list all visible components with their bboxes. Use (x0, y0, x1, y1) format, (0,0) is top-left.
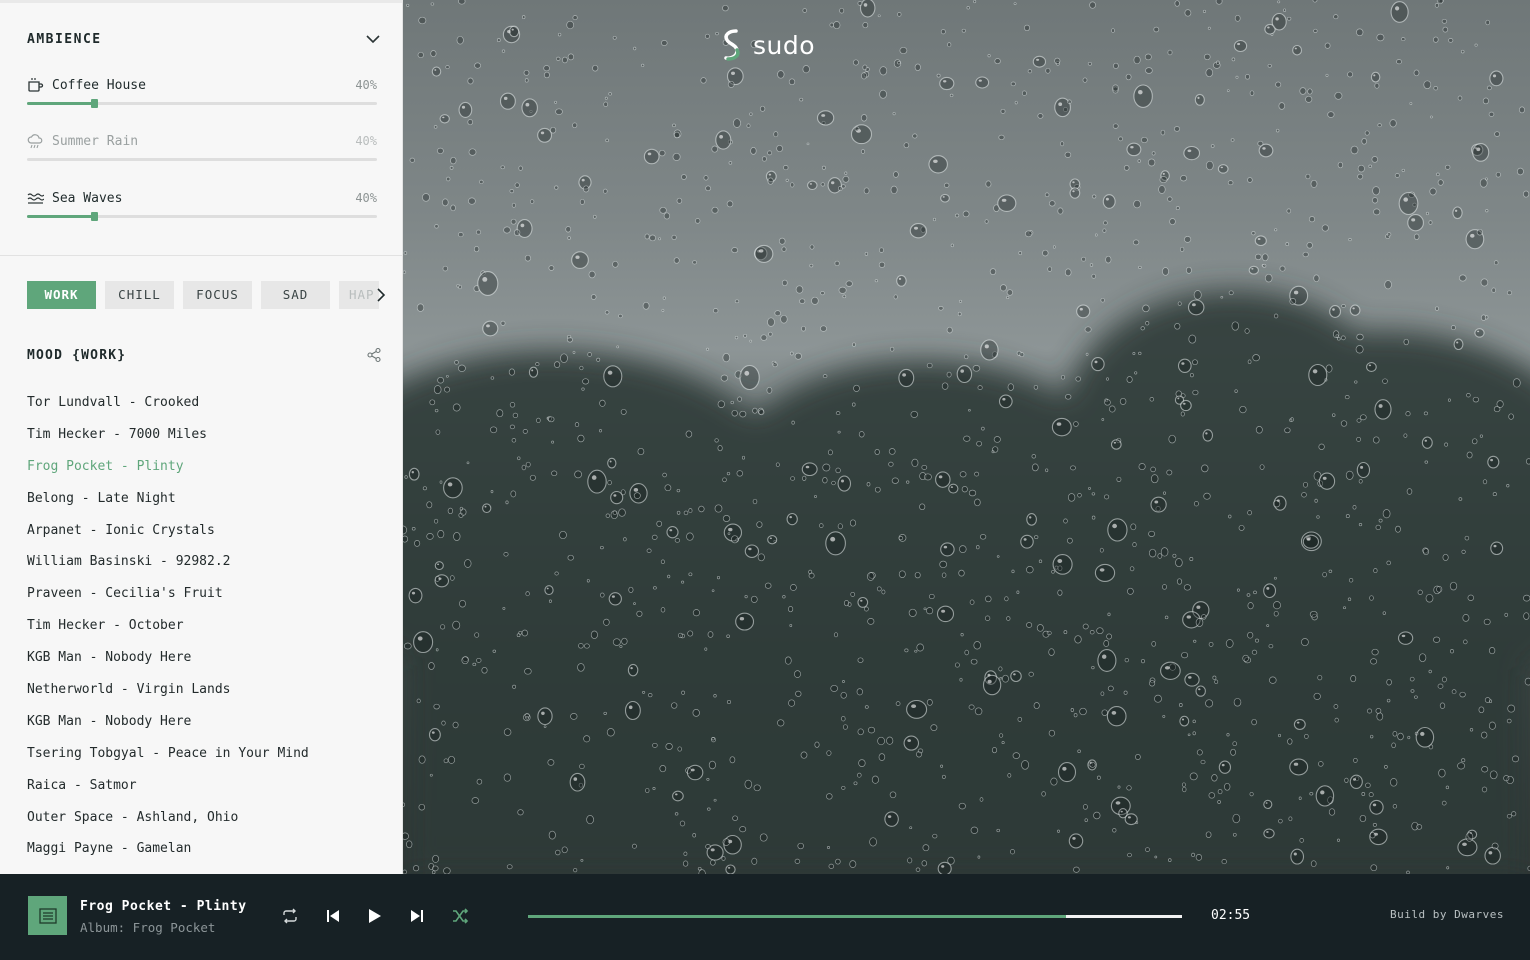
sea-waves-volume-slider[interactable] (27, 212, 377, 221)
list-item[interactable]: KGB Man - Nobody Here (27, 646, 387, 678)
tab-chill[interactable]: CHILL (105, 281, 174, 309)
list-item[interactable]: Netherworld - Virgin Lands (27, 678, 387, 710)
player-bar: Frog Pocket - Plinty Album: Frog Pocket … (0, 874, 1530, 960)
album-art[interactable] (28, 896, 67, 935)
progress-fill (528, 915, 1067, 918)
now-playing-title: Frog Pocket - Plinty (80, 899, 247, 914)
slider-fill (27, 102, 94, 105)
repeat-icon[interactable] (281, 907, 299, 925)
list-item[interactable]: Tim Hecker - October (27, 614, 387, 646)
tab-sad[interactable]: SAD (261, 281, 330, 309)
slider-handle[interactable] (91, 155, 98, 164)
ambience-label: Coffee House (52, 77, 146, 93)
list-item[interactable]: KGB Man - Nobody Here (27, 710, 387, 742)
list-item[interactable]: Tim Hecker - 7000 Miles (27, 423, 387, 455)
summer-rain-volume-slider[interactable] (27, 158, 377, 161)
shuffle-icon[interactable] (451, 907, 469, 925)
ambience-label: Summer Rain (52, 133, 139, 149)
ambience-title: AMBIENCE (27, 31, 102, 47)
previous-icon[interactable] (324, 907, 342, 925)
sudo-logo-icon (724, 29, 740, 61)
slider-fill (27, 215, 94, 218)
list-item[interactable]: Tor Lundvall - Crooked (27, 391, 387, 423)
coffee-house-volume-slider[interactable] (27, 99, 377, 108)
credit-text: Build by Dwarves (1390, 908, 1504, 921)
elapsed-time: 02:55 (1211, 908, 1251, 923)
now-playing-album: Album: Frog Pocket (80, 920, 216, 935)
slider-handle[interactable] (90, 99, 98, 108)
app-window: AMBIENCE Coffee House 40% Summer Rain 40… (0, 0, 1530, 960)
ambience-summer-rain: Summer Rain 40% (27, 131, 377, 171)
ambience-percent: 40% (355, 191, 377, 205)
list-item[interactable]: Raica - Satmor (27, 774, 387, 806)
slider-fill (27, 158, 94, 161)
rain-cloud-icon (27, 133, 43, 148)
list-item[interactable]: Belong - Late Night (27, 487, 387, 519)
list-item[interactable]: William Basinski - 92982.2 (27, 550, 387, 582)
ambience-sea-waves: Sea Waves 40% (27, 188, 377, 228)
ambience-coffee-house: Coffee House 40% (27, 75, 377, 115)
list-item[interactable]: Arpanet - Ionic Crystals (27, 519, 387, 551)
share-icon[interactable] (366, 347, 382, 363)
rain-window-scene (403, 0, 1530, 874)
waves-icon (27, 192, 44, 204)
list-item[interactable]: Outer Space - Ashland, Ohio (27, 806, 387, 838)
ambience-label: Sea Waves (52, 190, 123, 206)
coffee-cup-icon (28, 77, 44, 92)
list-item[interactable]: Maggi Payne - Gamelan (27, 837, 387, 869)
play-icon[interactable] (365, 907, 383, 925)
ambience-percent: 40% (355, 78, 377, 92)
list-item-current[interactable]: Frog Pocket - Plinty (27, 455, 387, 487)
sidebar: AMBIENCE Coffee House 40% Summer Rain 40… (0, 0, 403, 874)
ambience-percent: 40% (355, 134, 377, 148)
chevron-right-icon[interactable] (372, 286, 390, 304)
brand-name: sudo (753, 30, 816, 60)
mood-tabs: WORK CHILL FOCUS SAD HAP (27, 281, 387, 309)
tab-focus[interactable]: FOCUS (183, 281, 252, 309)
next-icon[interactable] (408, 907, 426, 925)
chevron-down-icon[interactable] (364, 30, 382, 48)
playlist-header: MOOD {WORK} (27, 345, 382, 365)
list-item[interactable]: Tsering Tobgyal - Peace in Your Mind (27, 742, 387, 774)
playlist-title: MOOD {WORK} (27, 347, 127, 363)
section-divider (0, 255, 402, 256)
progress-bar[interactable] (528, 915, 1182, 918)
track-list: Tor Lundvall - Crooked Tim Hecker - 7000… (27, 391, 387, 869)
rain-background-image: sudo (403, 0, 1530, 874)
brand-logo: sudo (719, 28, 815, 62)
tab-work[interactable]: WORK (27, 281, 96, 309)
playlist-icon (38, 907, 57, 924)
ambience-header[interactable]: AMBIENCE (27, 29, 382, 49)
slider-handle[interactable] (90, 212, 98, 221)
list-item[interactable]: Praveen - Cecilia's Fruit (27, 582, 387, 614)
